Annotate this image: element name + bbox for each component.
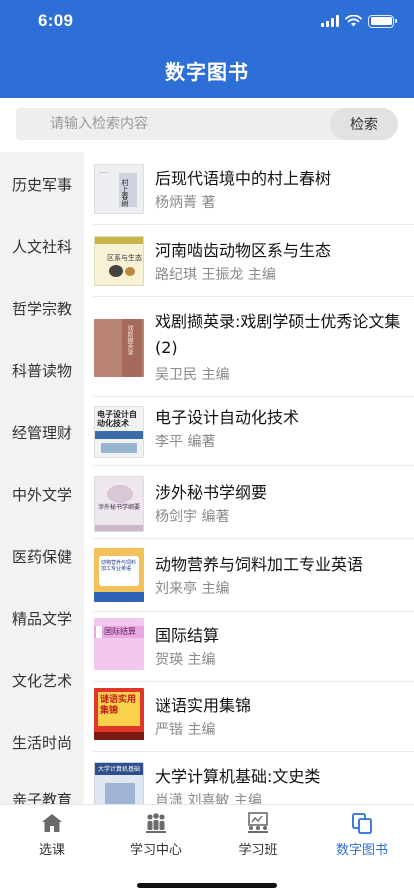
book-author: 路纪琪 王振龙 主编 [155, 267, 276, 283]
book-cover: 戏剧撷英录 [94, 319, 144, 377]
cellular-signal-icon [321, 15, 339, 27]
book-cover: 区系与生态 [94, 236, 144, 286]
book-title: 谜语实用集锦 [155, 696, 252, 715]
book-item[interactable]: 涉外秘书学纲要 涉外秘书学纲要 杨剑宇 编著 [84, 466, 414, 539]
category-item[interactable]: 医药保健 [0, 526, 84, 588]
book-title: 涉外秘书学纲要 [155, 483, 268, 502]
book-item[interactable]: 国际结算 国际结算 贺瑛 主编 [84, 612, 414, 682]
book-item[interactable]: 区系与生态 河南啮齿动物区系与生态 路纪琪 王振龙 主编 [84, 225, 414, 297]
category-item[interactable]: 人文社科 [0, 216, 84, 278]
status-icons [321, 13, 397, 29]
status-time: 6:09 [38, 11, 74, 30]
home-indicator[interactable] [137, 883, 277, 888]
book-author: 贺瑛 主编 [155, 652, 216, 668]
tab-label: 数字图书 [335, 843, 388, 858]
category-item[interactable]: 文化艺术 [0, 650, 84, 712]
tab-label: 学习班 [238, 843, 278, 858]
header-bar: 6:09 数字图书 [0, 0, 414, 98]
book-author: 杨剑宇 编著 [155, 509, 230, 525]
category-item[interactable]: 精品文学 [0, 588, 84, 650]
status-bar: 6:09 [0, 0, 414, 44]
book-author: 吴卫民 主编 [155, 367, 230, 383]
category-item[interactable]: 哲学宗教 [0, 278, 84, 340]
book-author: 肖潇 刘喜敏 主编 [155, 793, 262, 804]
book-cover: 电子设计自动化技术 [94, 406, 144, 458]
home-icon [42, 814, 62, 832]
tab-label: 学习中心 [129, 843, 182, 858]
category-item[interactable]: 生活时尚 [0, 712, 84, 774]
book-author: 严锴 主编 [155, 722, 216, 738]
tab-learning-center[interactable]: 学习中心 [104, 805, 208, 865]
book-item[interactable]: 谜语实用集锦 谜语实用集锦 严锴 主编 [84, 682, 414, 752]
category-item[interactable]: 科普读物 [0, 340, 84, 402]
book-item[interactable]: 戏剧撷英录 戏剧撷英录:戏剧学硕士优秀论文集(2) 吴卫民 主编 [84, 297, 414, 397]
book-cover: 大学计算机基础 [94, 762, 144, 804]
book-cover: ····· 村上春树 [94, 164, 144, 214]
app-screen: 6:09 数字图书 检索 历史军事 人文社科 哲学宗教 科普读物 经管理财 [0, 0, 414, 896]
book-item[interactable]: 大学计算机基础 大学计算机基础:文史类 肖潇 刘喜敏 主编 [84, 752, 414, 804]
book-item[interactable]: 电子设计自动化技术 电子设计自动化技术 李平 编著 [84, 397, 414, 466]
battery-icon [368, 14, 397, 28]
wifi-icon [345, 15, 362, 27]
category-item[interactable]: 中外文学 [0, 464, 84, 526]
tab-study-class[interactable]: 学习班 [206, 805, 310, 865]
tab-label: 选课 [38, 843, 65, 858]
tab-bar: 选课 学习中心 学习班 数字图书 [0, 804, 414, 896]
book-title: 电子设计自动化技术 [155, 408, 300, 427]
search-input[interactable] [16, 108, 362, 140]
book-cover: 国际结算 [94, 618, 144, 670]
people-icon [146, 813, 166, 833]
book-item[interactable]: ····· 村上春树 后现代语境中的村上春树 杨炳菁 著 [84, 152, 414, 225]
book-title: 大学计算机基础:文史类 [155, 767, 321, 786]
search-bar: 检索 [0, 98, 414, 152]
book-title: 国际结算 [155, 626, 220, 645]
book-title: 河南啮齿动物区系与生态 [155, 241, 332, 260]
category-item[interactable]: 亲子教育 [0, 769, 84, 804]
category-item[interactable]: 历史军事 [0, 154, 84, 216]
book-title: 戏剧撷英录:戏剧学硕士优秀论文集(2) [155, 312, 401, 357]
tab-digital-library[interactable]: 数字图书 [310, 805, 414, 865]
book-author: 杨炳菁 著 [155, 195, 216, 211]
book-item[interactable]: 动物营养与饲料加工专业英语 动物营养与饲料加工专业英语 刘来亭 主编 [84, 539, 414, 612]
tab-courses[interactable]: 选课 [0, 805, 104, 865]
page-title: 数字图书 [165, 60, 249, 84]
book-author: 刘来亭 主编 [155, 581, 230, 597]
category-sidebar[interactable]: 历史军事 人文社科 哲学宗教 科普读物 经管理财 中外文学 医药保健 精品文学 … [0, 152, 84, 804]
book-cover: 涉外秘书学纲要 [94, 476, 144, 532]
search-button[interactable]: 检索 [330, 108, 398, 140]
classroom-icon [248, 812, 268, 833]
book-title: 动物营养与饲料加工专业英语 [155, 555, 364, 574]
book-list[interactable]: ····· 村上春树 后现代语境中的村上春树 杨炳菁 著 区系与生态 河南啮齿动… [84, 152, 414, 804]
book-title: 后现代语境中的村上春树 [155, 169, 332, 188]
book-cover: 谜语实用集锦 [94, 688, 144, 740]
book-cover: 动物营养与饲料加工专业英语 [94, 548, 144, 602]
category-item[interactable]: 经管理财 [0, 402, 84, 464]
copy-icon [352, 813, 372, 834]
book-author: 李平 编著 [155, 434, 216, 450]
